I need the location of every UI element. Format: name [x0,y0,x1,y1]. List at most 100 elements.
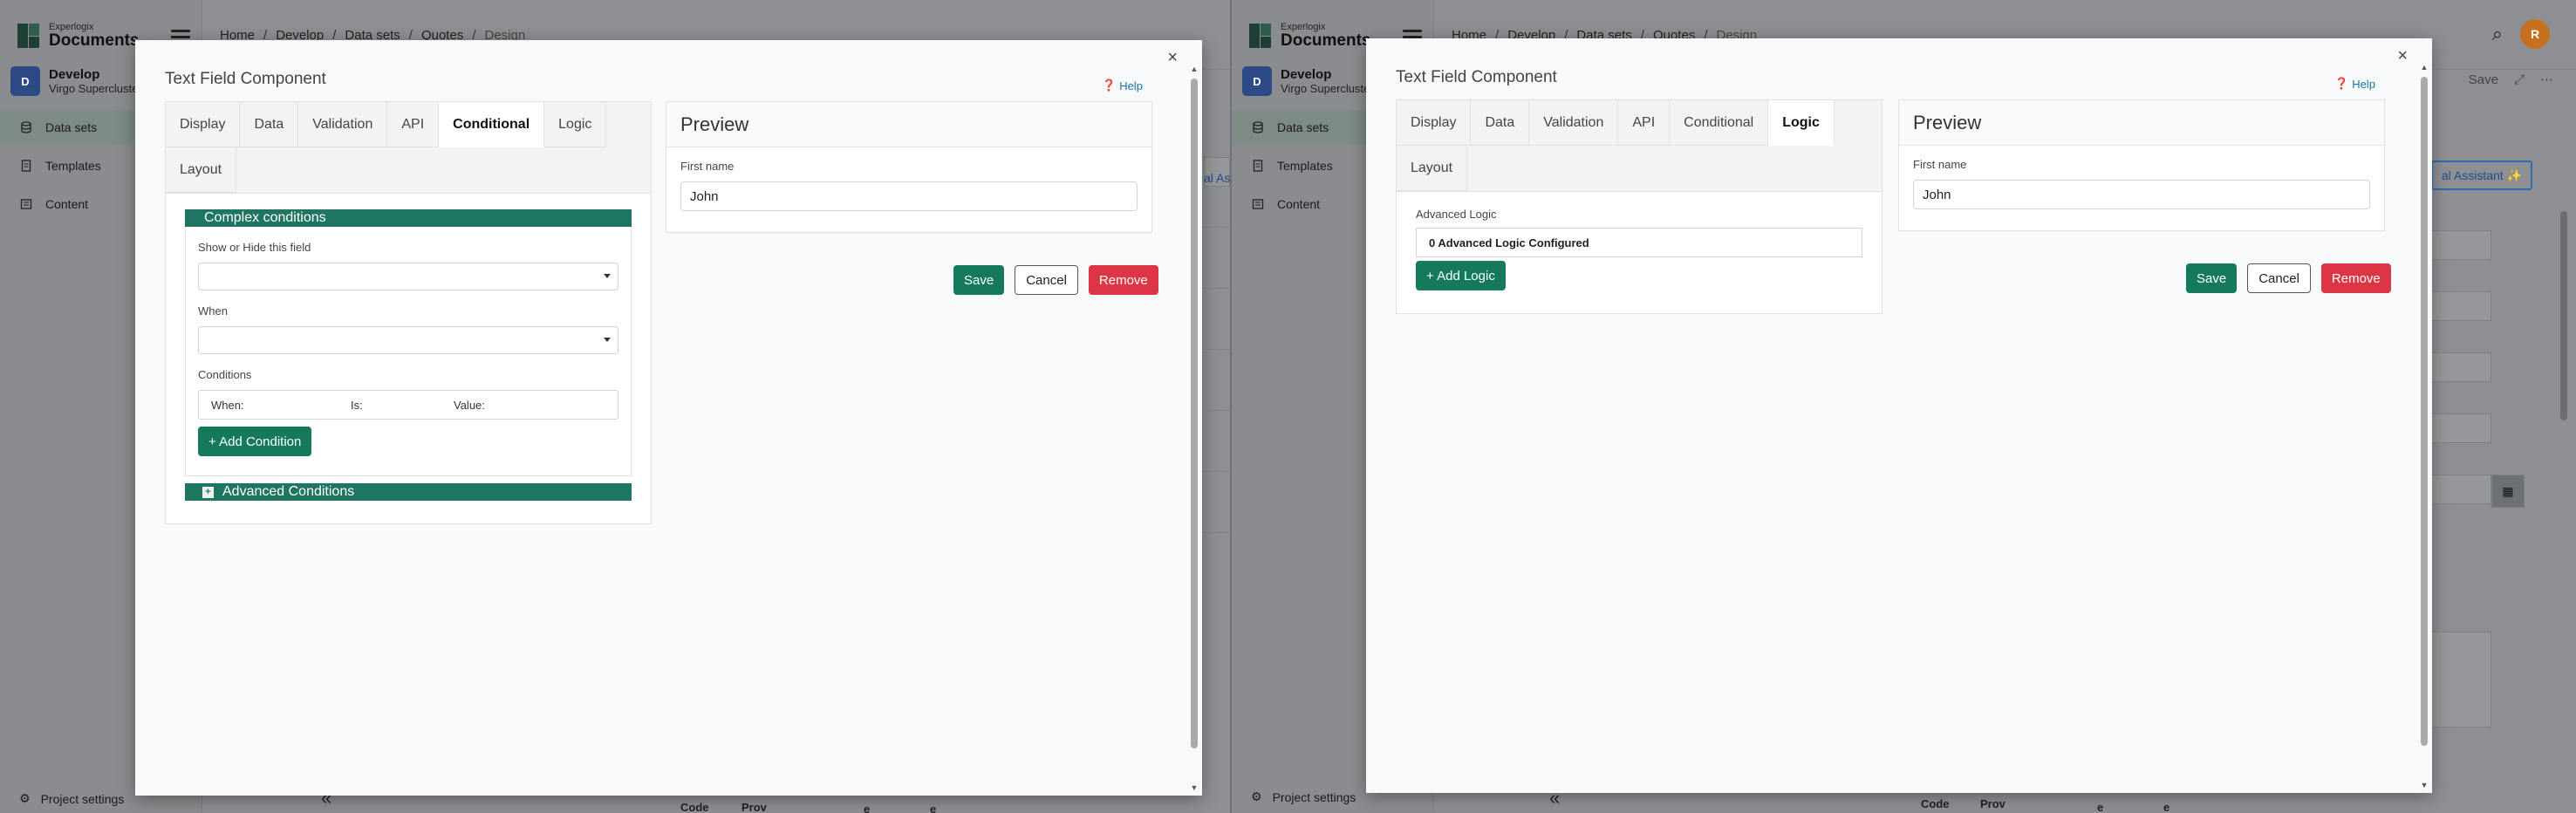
expand-icon[interactable]: ⤢ [2514,72,2525,87]
workspace-name: Develop [49,67,100,82]
tab-conditional[interactable]: Conditional [439,102,545,147]
brand-big: Documents [49,31,140,50]
modal-title: Text Field Component [165,70,326,88]
conditional-tab-body: Complex conditions Show or Hide this fie… [166,194,651,523]
gear-icon: ⚙ [19,791,31,805]
tab-data[interactable]: Data [1471,100,1530,146]
scroll-thumb[interactable] [1191,79,1198,748]
preview-panel: Preview First name [1898,99,2385,231]
project-settings-link[interactable]: ⚙ Project settings [1251,789,1356,804]
workspace-switcher[interactable]: D Develop Virgo Supercluster [10,66,142,96]
bg-footer-text: e [864,803,871,813]
bg-field [2423,632,2491,728]
add-logic-button[interactable]: + Add Logic [1416,261,1506,290]
ai-assistant-button[interactable]: al Assistant ✨ [2430,161,2532,190]
tab-validation[interactable]: Validation [1529,100,1619,146]
project-settings-label: Project settings [1272,789,1356,804]
bg-divider [1204,349,1230,350]
when-label: When [198,304,228,318]
brand-logo[interactable]: Experlogix Documents [1249,23,1370,49]
project-settings-label: Project settings [40,791,125,806]
modal-scrollbar[interactable]: ▲ ▼ [2420,63,2429,789]
first-name-label: First name [680,160,735,173]
more-icon[interactable]: ⋯ [2540,72,2553,87]
cancel-button[interactable]: Cancel [2247,263,2311,293]
tab-data[interactable]: Data [240,102,299,147]
bg-divider [1204,532,1230,533]
scroll-down-icon[interactable]: ▼ [2420,781,2429,789]
component-tabs: Display Data Validation API Conditional … [1396,99,1882,314]
bg-divider [1204,410,1230,411]
search-icon[interactable]: ⌕ [2492,23,2503,45]
show-hide-label: Show or Hide this field [198,241,311,254]
expand-plus-icon[interactable]: + [202,486,214,498]
bg-footer-text: e [930,803,937,813]
modal-scrollbar[interactable]: ▲ ▼ [1190,65,1199,792]
complex-conditions-header[interactable]: Complex conditions [185,209,632,227]
tab-api[interactable]: API [387,102,440,147]
workspace-name: Develop [1281,67,1332,82]
scroll-down-icon[interactable]: ▼ [1190,783,1199,792]
scroll-thumb[interactable] [2421,77,2428,746]
tab-api[interactable]: API [1618,100,1671,146]
workspace-badge: D [10,66,40,96]
folder-icon [1251,197,1265,211]
topbar-actions: ⌕ R [2492,19,2550,49]
tab-validation[interactable]: Validation [298,102,388,147]
sidebar-item-label: Content [1277,197,1321,211]
when-select[interactable] [198,326,618,354]
bg-scrollbar[interactable] [2560,211,2567,420]
advanced-conditions-label: Advanced Conditions [222,484,355,499]
help-link[interactable]: ❓ Help [1102,79,1143,92]
tab-display[interactable]: Display [166,102,241,147]
bg-footer-text: Prov [1980,797,2005,810]
preview-panel: Preview First name [666,101,1152,233]
workspace-switcher[interactable]: D Develop Virgo Supercluster [1242,66,1374,96]
first-name-input[interactable] [1913,180,2370,209]
first-name-input[interactable] [680,181,1138,211]
logic-tab-body: Advanced Logic 0 Advanced Logic Configur… [1397,192,1882,313]
cond-when-header: When: [211,398,244,412]
cond-value-header: Value: [454,398,485,412]
tab-layout[interactable]: Layout [166,147,237,193]
tab-bar: Display Data Validation API Conditional … [1397,100,1882,192]
cond-is-header: Is: [351,398,363,412]
database-icon [1251,120,1265,134]
advanced-conditions-header[interactable]: + Advanced Conditions [185,483,632,501]
bg-divider [1204,227,1230,228]
save-button[interactable]: Save [953,265,1005,295]
tab-logic[interactable]: Logic [544,102,607,147]
show-hide-select[interactable] [198,263,618,290]
cancel-button[interactable]: Cancel [1015,265,1078,295]
brand-logo[interactable]: Experlogix Documents [17,23,139,49]
tab-conditional[interactable]: Conditional [1670,100,1769,146]
folder-icon [19,197,33,211]
project-settings-link[interactable]: ⚙ Project settings [19,791,124,806]
sidebar-item-label: Data sets [1277,120,1329,134]
logo-mark-icon [17,24,40,48]
save-ghost-button[interactable]: Save [2469,72,2498,87]
first-name-label: First name [1913,158,1967,171]
logo-mark-icon [1249,24,1272,48]
remove-button[interactable]: Remove [2320,263,2391,293]
advanced-logic-summary: 0 Advanced Logic Configured [1416,228,1862,257]
avatar[interactable]: R [2520,19,2550,49]
scroll-up-icon[interactable]: ▲ [1190,65,1199,73]
add-condition-button[interactable]: + Add Condition [198,427,312,456]
tab-logic[interactable]: Logic [1768,100,1835,146]
design-toolbar: Save ⤢ ⋯ [2469,72,2553,88]
bg-field [2423,475,2491,504]
advanced-logic-label: Advanced Logic [1416,208,1497,221]
tab-layout[interactable]: Layout [1397,146,1468,191]
close-icon[interactable]: × [2392,45,2413,67]
close-icon[interactable]: × [1162,47,1183,69]
chevron-down-icon [604,274,611,278]
bg-field [2423,230,2491,260]
calendar-icon[interactable]: ▦ [2491,475,2525,508]
save-button[interactable]: Save [2186,263,2238,293]
help-link[interactable]: ❓ Help [2334,77,2375,91]
tab-display[interactable]: Display [1397,100,1472,146]
scroll-up-icon[interactable]: ▲ [2420,63,2429,72]
bg-footer-text: e [2163,801,2170,813]
remove-button[interactable]: Remove [1088,265,1158,295]
